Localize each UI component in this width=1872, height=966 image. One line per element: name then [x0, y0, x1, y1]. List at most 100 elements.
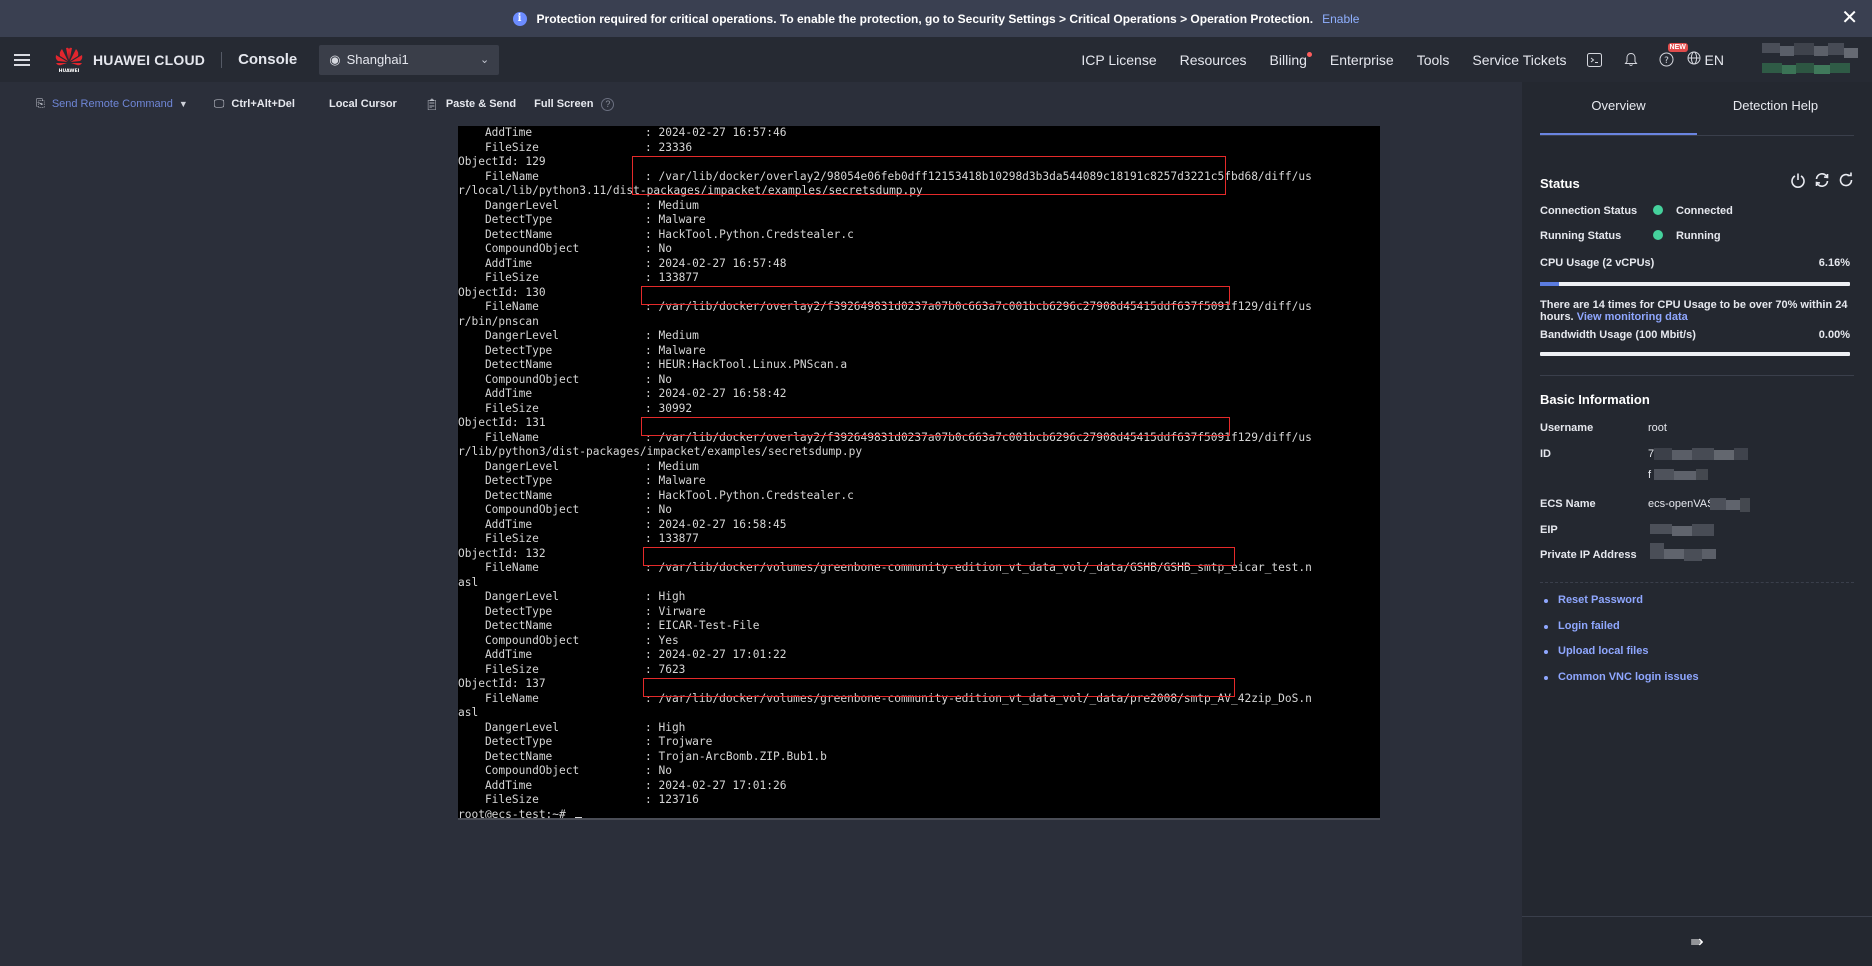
- tab-overview[interactable]: Overview: [1540, 98, 1697, 135]
- bandwidth-bar: [1540, 352, 1850, 356]
- console-link[interactable]: Console: [238, 51, 297, 68]
- id-prefix-line2: f: [1648, 469, 1652, 481]
- nav-right: ICP License Resources Billing Enterprise…: [1081, 37, 1872, 82]
- running-play-icon: [1653, 230, 1663, 240]
- terminal-value: : Medium: [645, 459, 699, 473]
- terminal-key: ObjectId: 137: [458, 677, 546, 690]
- terminal-key: FileName: [458, 169, 539, 183]
- menu-icon[interactable]: [14, 51, 30, 69]
- status-title: Status: [1540, 176, 1580, 191]
- terminal-key: FileSize: [458, 662, 539, 676]
- terminal-value: : HackTool.Python.Credstealer.c: [645, 488, 854, 502]
- paste-send-button[interactable]: 📋︎ Paste & Send: [425, 98, 516, 111]
- account-menu-redacted[interactable]: [1762, 42, 1860, 77]
- send-remote-command-label: Send Remote Command: [51, 98, 173, 110]
- terminal-key: DetectType: [458, 474, 553, 487]
- vnc-login-issues-link[interactable]: Common VNC login issues: [1542, 671, 1699, 697]
- caret-down-icon: ▼: [178, 99, 188, 109]
- terminal-key: FileName: [458, 691, 539, 705]
- refresh-icon[interactable]: [1838, 172, 1854, 192]
- terminal-value: : High: [645, 720, 686, 734]
- huawei-logo[interactable]: HUAWEI HUAWEI CLOUD: [54, 46, 205, 74]
- info-icon: i: [512, 11, 527, 26]
- ecs-name-value: ecs-openVAS: [1648, 498, 1715, 510]
- terminal-key: FileName: [458, 561, 539, 574]
- connection-status-label: Connection Status: [1540, 205, 1638, 217]
- terminal-key: CompoundObject: [458, 372, 580, 386]
- cpu-usage-note: There are 14 times for CPU Usage to be o…: [1540, 299, 1858, 323]
- bell-icon[interactable]: [1623, 52, 1639, 68]
- help-icon[interactable]: ?: [601, 97, 615, 111]
- terminal-value: : No: [645, 242, 672, 255]
- eip-label: EIP: [1540, 524, 1558, 536]
- terminal-key: r/bin/pnscan: [458, 314, 539, 328]
- full-screen-button[interactable]: Full Screen: [534, 98, 593, 110]
- terminal-value: : 2024-02-27 17:01:26: [645, 778, 787, 792]
- login-failed-link[interactable]: Login failed: [1542, 620, 1699, 646]
- ctrl-alt-del-button[interactable]: 🖵 Ctrl+Alt+Del: [214, 98, 295, 111]
- monitor-icon: 🖵: [213, 97, 225, 110]
- terminal-value: : 2024-02-27 16:58:42: [645, 387, 787, 400]
- basic-info-title: Basic Information: [1540, 392, 1650, 407]
- language-selector[interactable]: EN: [1687, 51, 1724, 68]
- notification-dot: [1306, 51, 1312, 57]
- upload-local-files-link[interactable]: Upload local files: [1542, 645, 1699, 671]
- terminal-value: : 2024-02-27 16:58:45: [645, 517, 787, 531]
- terminal-key: DangerLevel: [458, 329, 560, 342]
- nav-resources[interactable]: Resources: [1180, 52, 1247, 68]
- terminal-value: : Yes: [645, 633, 679, 647]
- highlight-box: [641, 286, 1230, 305]
- terminal-key: ObjectId: 131: [458, 416, 546, 429]
- tab-detection-help[interactable]: Detection Help: [1697, 98, 1854, 135]
- id-label: ID: [1540, 448, 1551, 460]
- terminal-key: AddTime: [458, 648, 533, 661]
- terminal-key: AddTime: [458, 387, 533, 400]
- collapse-panel-icon[interactable]: ⇛: [1522, 916, 1872, 966]
- terminal-key: r/lib/python3/dist-packages/impacket/exa…: [458, 445, 863, 458]
- location-pin-icon: ◉: [329, 51, 341, 67]
- chevron-down-icon: ⌄: [480, 54, 490, 66]
- restart-icon[interactable]: [1814, 172, 1830, 192]
- terminal-value: : No: [645, 764, 672, 777]
- nav-service-tickets[interactable]: Service Tickets: [1472, 52, 1566, 68]
- terminal-key: DetectType: [458, 343, 553, 357]
- highlight-box: [643, 677, 1235, 697]
- terminal-key: CompoundObject: [458, 633, 580, 647]
- nav-enterprise[interactable]: Enterprise: [1330, 52, 1394, 68]
- clipboard-icon: 📋︎: [424, 98, 439, 111]
- nav-billing[interactable]: Billing: [1270, 51, 1312, 68]
- nav-icp-license[interactable]: ICP License: [1081, 52, 1156, 68]
- terminal-value: : HackTool.Python.Credstealer.c: [645, 227, 854, 241]
- running-status-value: Running: [1676, 230, 1721, 242]
- power-icon[interactable]: [1790, 172, 1806, 192]
- terminal-key: FileSize: [458, 401, 539, 415]
- ctrl-alt-del-label: Ctrl+Alt+Del: [231, 98, 295, 110]
- cloud-shell-icon[interactable]: [1587, 52, 1603, 68]
- terminal-value: : Medium: [645, 329, 699, 342]
- region-selector[interactable]: ◉ Shanghai1 ⌄: [319, 44, 500, 75]
- terminal-value: : Malware: [645, 474, 706, 487]
- nav-tools[interactable]: Tools: [1417, 52, 1450, 68]
- local-cursor-button[interactable]: Local Cursor: [329, 98, 397, 110]
- vnc-terminal-screen[interactable]: AddTime: 2024-02-27 16:57:46 FileSize: 2…: [458, 126, 1380, 819]
- enable-link[interactable]: Enable: [1322, 12, 1359, 26]
- brand-name: HUAWEI CLOUD: [93, 51, 206, 68]
- new-badge: NEW: [1667, 42, 1688, 52]
- highlight-box: [632, 155, 1226, 195]
- terminal-key: ObjectId: 132: [458, 546, 546, 560]
- terminal-key: DangerLevel: [458, 590, 560, 603]
- terminal-key: CompoundObject: [458, 242, 580, 255]
- help-center-icon[interactable]: ? NEW: [1659, 42, 1688, 68]
- top-navigation: HUAWEI HUAWEI CLOUD Console ◉ Shanghai1 …: [0, 37, 1872, 82]
- terminal-value: : 133877: [645, 271, 699, 284]
- paste-send-label: Paste & Send: [445, 98, 517, 110]
- private-ip-label: Private IP Address: [1540, 549, 1637, 561]
- reset-password-link[interactable]: Reset Password: [1542, 594, 1699, 620]
- side-panel: Overview Detection Help Status Connectio…: [1522, 82, 1872, 966]
- ecs-name-label: ECS Name: [1540, 498, 1596, 510]
- close-icon[interactable]: ✕: [1841, 8, 1858, 28]
- terminal-key: AddTime: [458, 778, 533, 792]
- view-monitoring-link[interactable]: View monitoring data: [1577, 311, 1688, 323]
- terminal-key: FileName: [458, 430, 539, 444]
- send-remote-command-dropdown[interactable]: ⎘ Send Remote Command ▼: [36, 98, 188, 111]
